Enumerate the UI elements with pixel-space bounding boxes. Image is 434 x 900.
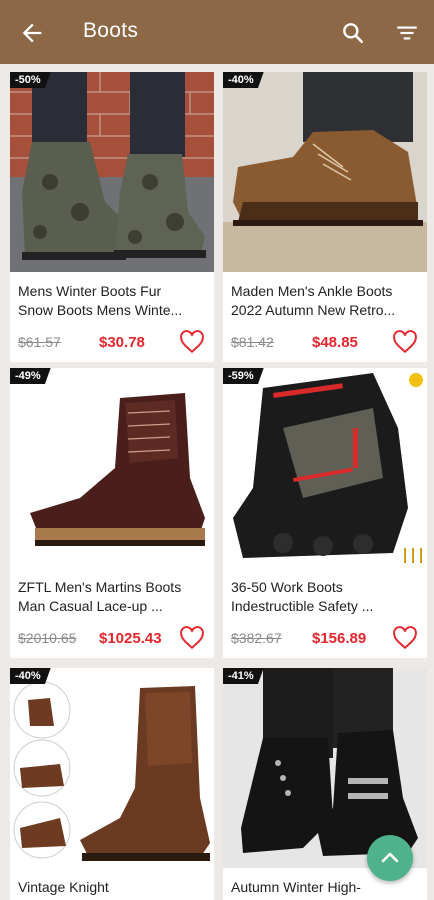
heart-icon <box>180 330 204 354</box>
favorite-button[interactable] <box>392 330 418 354</box>
favorite-button[interactable] <box>179 626 205 650</box>
scroll-to-top-button[interactable] <box>367 835 413 881</box>
product-name: 36-50 Work Boots Indestructible Safety ..… <box>231 579 374 614</box>
original-price: $382.67 <box>231 630 282 646</box>
sale-price: $48.85 <box>312 334 358 351</box>
discount-badge: -40% <box>10 668 51 684</box>
arrow-left-icon <box>22 23 42 43</box>
product-image[interactable] <box>10 72 214 272</box>
product-name: ZFTL Men's Martins Boots Man Casual Lace-… <box>18 579 182 614</box>
chevron-up-icon <box>381 852 399 863</box>
discount-badge: -40% <box>223 72 264 88</box>
product-image[interactable] <box>223 72 427 272</box>
sale-price: $1025.43 <box>99 630 162 647</box>
sale-price: $156.89 <box>312 630 367 647</box>
heart-icon <box>393 330 417 354</box>
product-name: Maden Men's Ankle Boots 2022 Autumn New R… <box>231 283 396 318</box>
favorite-button[interactable] <box>392 626 418 650</box>
heart-icon <box>393 626 417 650</box>
product-image[interactable] <box>10 368 214 568</box>
original-price: $61.57 <box>18 334 61 350</box>
product-card[interactable]: -50% Mens Winter Boots Fur Snow Boots Men… <box>10 72 214 362</box>
product-image[interactable] <box>10 668 214 868</box>
product-name: Vintage Knight <box>18 879 109 895</box>
back-button[interactable] <box>18 19 46 47</box>
discount-badge: -49% <box>10 368 51 384</box>
heart-icon <box>180 626 204 650</box>
search-icon <box>343 23 363 43</box>
product-image[interactable] <box>223 368 427 568</box>
product-card[interactable]: -40% Vintage Knight <box>10 668 214 900</box>
original-price: $81.42 <box>231 334 274 350</box>
product-card[interactable]: -40% Maden Men's Ankle Boots 2022 Autumn … <box>223 72 427 362</box>
filter-icon <box>397 26 417 40</box>
filter-button[interactable] <box>394 20 420 46</box>
original-price: $2010.65 <box>18 630 77 646</box>
product-card[interactable]: -59% 36-50 Work Boots Indestructible Safe… <box>223 368 427 658</box>
discount-badge: -50% <box>10 72 51 88</box>
product-name: Mens Winter Boots Fur Snow Boots Mens Win… <box>18 283 183 318</box>
sale-price: $30.78 <box>99 334 145 351</box>
app-header: Boots <box>0 0 434 64</box>
favorite-button[interactable] <box>179 330 205 354</box>
search-button[interactable] <box>340 20 366 46</box>
page-title: Boots <box>83 19 139 42</box>
discount-badge: -59% <box>223 368 264 384</box>
discount-badge: -41% <box>223 668 264 684</box>
product-grid: -50% Mens Winter Boots Fur Snow Boots Men… <box>0 64 434 900</box>
product-card[interactable]: -49% ZFTL Men's Martins Boots Man Casual … <box>10 368 214 658</box>
